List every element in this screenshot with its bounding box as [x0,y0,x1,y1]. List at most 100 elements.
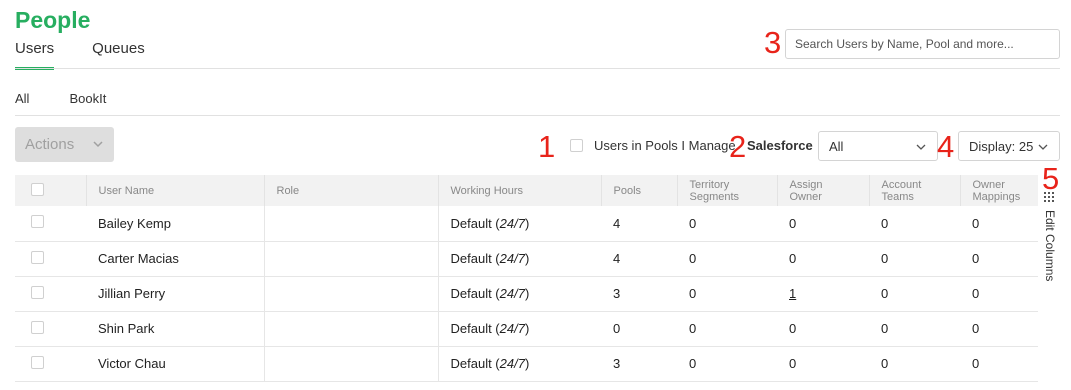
main-tabs: Users Queues [15,40,183,70]
account-teams-cell: 0 [881,356,889,371]
hours-suffix: ) [524,321,530,336]
col-assign-owner[interactable]: Assign Owner [776,175,869,206]
account-teams-cell: 0 [881,215,889,231]
pools-cell: 4 [613,251,621,266]
user-name-cell[interactable]: Jillian Perry [86,276,264,311]
col-working-hours[interactable]: Working Hours [437,175,601,206]
col-role[interactable]: Role [263,175,438,206]
hours-suffix: ) [524,215,530,231]
pools-cell: 0 [613,321,621,336]
hours-suffix: ) [524,251,530,266]
grid-icon [1044,192,1054,202]
row-checkbox[interactable] [31,320,44,334]
col-account-teams[interactable]: Account Teams [868,175,960,206]
subtab-bookit[interactable]: BookIt [69,91,106,106]
salesforce-select-value: All [829,138,844,154]
annotation-4: 4 [937,129,955,164]
role-cell [263,206,439,241]
row-select-cell [15,346,86,381]
chevron-down-icon [93,141,103,148]
pools-filter-checkbox[interactable] [570,139,583,152]
account-teams-cell: 0 [881,321,889,336]
col-owner-mappings[interactable]: Owner Mappings [959,175,1038,206]
user-name-cell[interactable]: Victor Chau [86,346,264,381]
row-checkbox[interactable] [31,285,44,299]
table-row[interactable]: Jillian Perry Default (24/7) 3 0 1 0 0 [15,276,1038,311]
hours-value: 24/7 [499,251,525,266]
role-cell [263,276,439,311]
edit-columns-label: Edit Columns [1043,210,1057,282]
hours-value: 24/7 [499,356,525,371]
header-select-all[interactable] [15,175,86,206]
assign-owner-cell: 0 [789,321,797,336]
assign-owner-cell: 0 [789,251,797,266]
subtab-all[interactable]: All [15,91,29,106]
table-header-row: User Name Role Working Hours Pools Terri… [15,175,1038,206]
role-cell [263,241,439,276]
subtabs-divider [15,115,1060,116]
salesforce-select[interactable]: All [818,131,938,161]
user-name-cell[interactable]: Carter Macias [86,241,264,276]
hours-prefix: Default ( [450,286,500,301]
working-hours-cell: Default (24/7) [438,276,601,311]
pools-filter-label: Users in Pools I Manage [594,138,736,153]
territory-cell: 0 [689,321,697,336]
territory-cell: 0 [689,356,697,371]
display-select[interactable]: Display: 25 [958,131,1060,161]
edit-columns-button[interactable]: Edit Columns [1040,192,1058,292]
pools-cell: 3 [613,286,621,301]
user-name-cell[interactable]: Bailey Kemp [86,206,264,241]
display-select-value: Display: 25 [969,138,1034,154]
owner-mappings-cell: 0 [972,321,980,336]
owner-mappings-cell: 0 [972,356,980,371]
tab-queues[interactable]: Queues [92,40,145,70]
hours-prefix: Default ( [450,356,500,371]
select-all-checkbox[interactable] [31,182,44,196]
col-pools[interactable]: Pools [600,175,677,206]
annotation-5: 5 [1042,161,1060,196]
annotation-2: 2 [729,129,747,164]
assign-owner-cell: 0 [789,356,797,371]
tab-users[interactable]: Users [15,40,55,70]
hours-value: 24/7 [499,286,525,301]
role-cell [263,346,439,381]
pools-filter[interactable]: Users in Pools I Manage [570,138,736,153]
table-row[interactable]: Victor Chau Default (24/7) 3 0 0 0 0 [15,346,1038,381]
col-user-name[interactable]: User Name [85,175,264,206]
pools-cell: 4 [613,215,621,231]
territory-cell: 0 [689,251,697,266]
working-hours-cell: Default (24/7) [438,241,601,276]
territory-cell: 0 [689,215,697,231]
hours-value: 24/7 [499,215,525,231]
hours-prefix: Default ( [450,251,500,266]
annotation-3: 3 [764,25,782,60]
col-territory-segments[interactable]: Territory Segments [676,175,777,206]
row-select-cell [15,311,86,346]
working-hours-cell: Default (24/7) [438,346,601,381]
actions-dropdown[interactable]: Actions [15,127,114,162]
role-cell [263,311,439,346]
table-row[interactable]: Carter Macias Default (24/7) 4 0 0 0 0 [15,241,1038,276]
owner-mappings-cell: 0 [972,215,980,231]
chevron-down-icon [1038,144,1048,150]
hours-value: 24/7 [499,321,525,336]
table-row[interactable]: Shin Park Default (24/7) 0 0 0 0 0 [15,311,1038,346]
row-checkbox[interactable] [31,355,44,369]
owner-mappings-cell: 0 [972,251,980,266]
account-teams-cell: 0 [881,286,889,301]
row-select-cell [15,241,86,276]
page-title: People [15,7,91,33]
user-name-cell[interactable]: Shin Park [86,311,264,346]
row-checkbox[interactable] [31,215,44,229]
row-select-cell [15,206,86,241]
search-input[interactable] [785,29,1060,59]
row-checkbox[interactable] [31,250,44,264]
row-select-cell [15,276,86,311]
sub-tabs: All BookIt [15,91,146,106]
hours-suffix: ) [524,286,530,301]
pools-cell: 3 [613,356,621,371]
table-row[interactable]: Bailey Kemp Default (24/7) 4 0 0 0 0 [15,206,1038,241]
assign-owner-link[interactable]: 1 [789,286,796,301]
users-table: User Name Role Working Hours Pools Terri… [15,175,1038,382]
hours-suffix: ) [524,356,530,371]
